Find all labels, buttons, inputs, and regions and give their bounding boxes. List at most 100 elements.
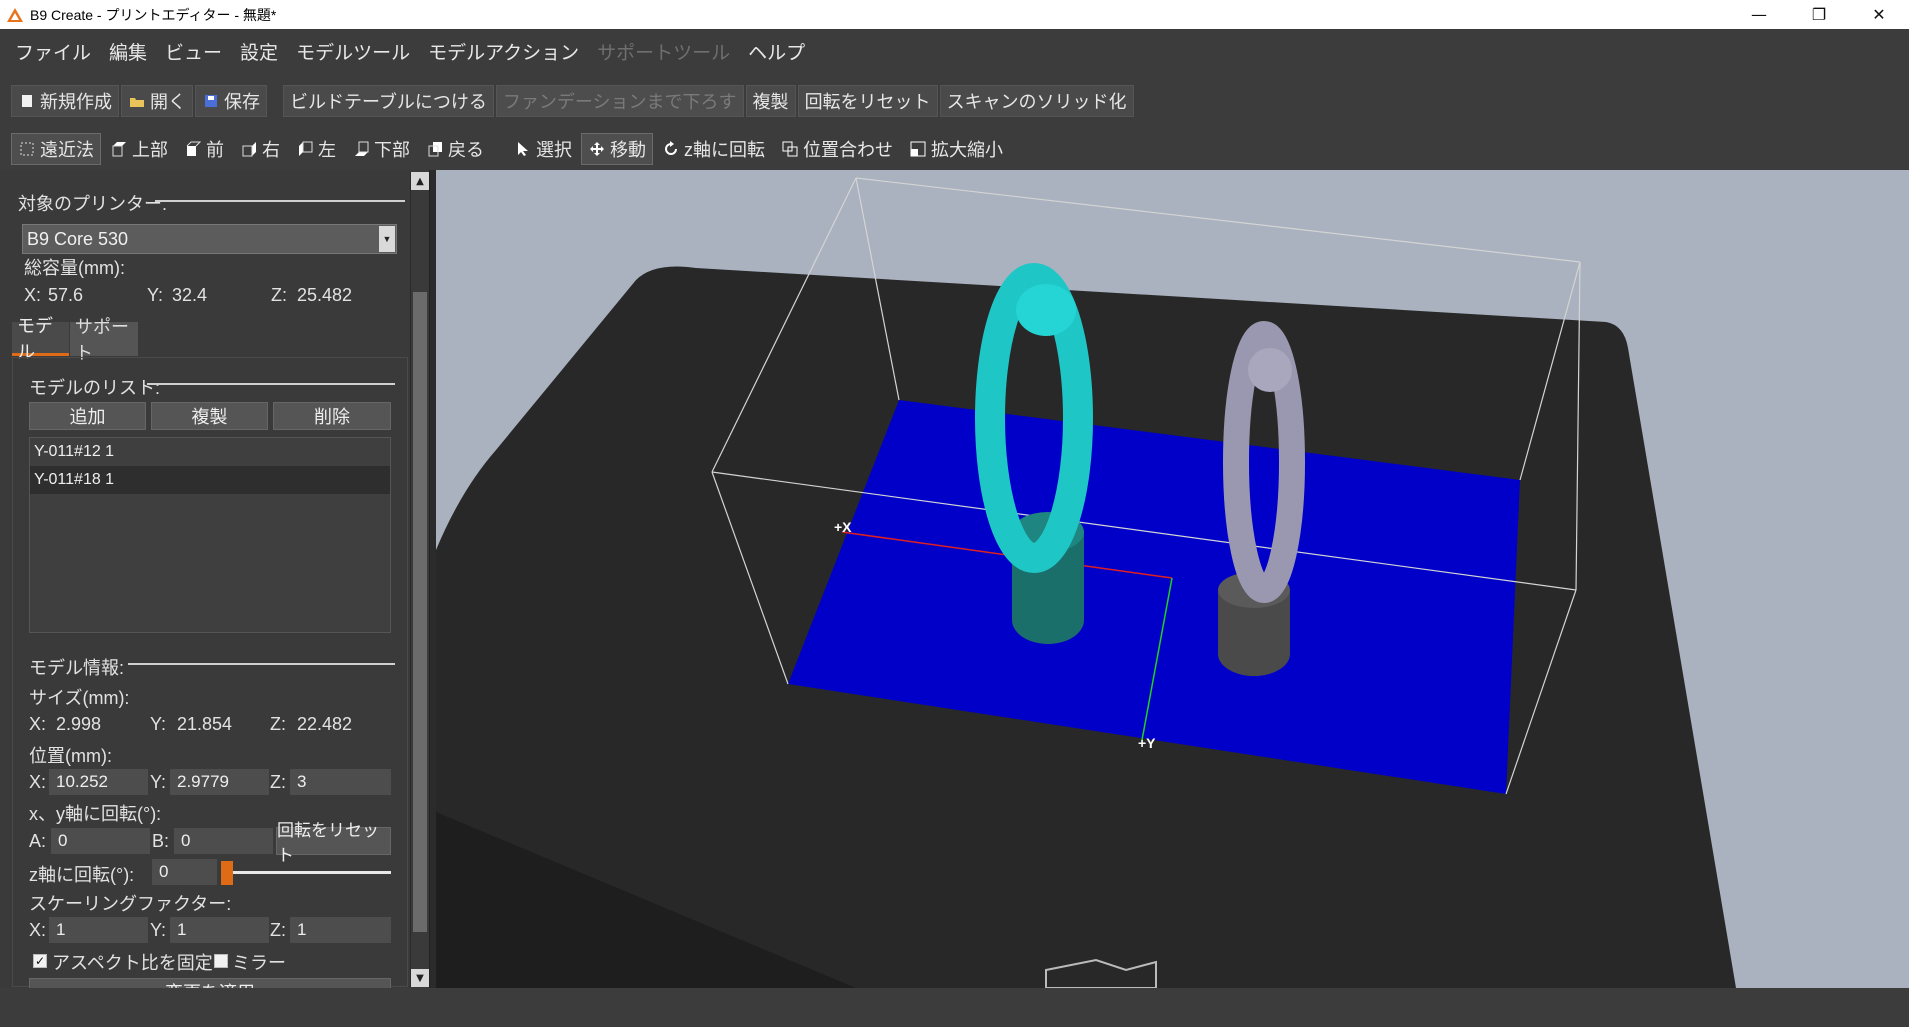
scale-x-input[interactable]: 1	[49, 917, 148, 943]
tab-model[interactable]: モデル	[12, 316, 69, 362]
z-rotation-slider[interactable]	[221, 859, 391, 885]
restore-button[interactable]: ❐	[1789, 0, 1849, 29]
position-label: 位置(mm):	[29, 746, 112, 766]
reset-rotation-button[interactable]: 回転をリセット	[797, 85, 938, 117]
perspective-icon	[18, 140, 36, 158]
scale-x-label: X:	[29, 920, 47, 940]
printer-select[interactable]: B9 Core 530 ▼	[22, 224, 397, 254]
position-z-input[interactable]: 3	[290, 769, 391, 795]
move-tool-button[interactable]: 移動	[581, 133, 653, 165]
tab-support[interactable]: サポート	[70, 317, 138, 363]
view-bottom-label: 下部	[374, 140, 410, 160]
perspective-button[interactable]: 遠近法	[11, 133, 101, 165]
perspective-label: 遠近法	[40, 140, 94, 160]
view-back-button[interactable]: 戻る	[419, 133, 491, 165]
menu-model-tools[interactable]: モデルツール	[287, 38, 419, 65]
menu-model-actions[interactable]: モデルアクション	[419, 38, 588, 65]
slider-handle[interactable]	[221, 861, 233, 885]
lock-aspect-checkbox[interactable]: ✓	[33, 954, 47, 968]
scroll-down-icon[interactable]: ▼	[411, 969, 429, 987]
open-label: 開く	[150, 92, 186, 112]
apply-changes-button[interactable]: 変更を適用	[29, 978, 391, 988]
rotation-b-input[interactable]: 0	[174, 828, 273, 854]
view-back-label: 戻る	[448, 140, 484, 160]
mirror-label: ミラー	[232, 953, 286, 973]
select-tool-button[interactable]: 選択	[507, 133, 579, 165]
open-button[interactable]: 開く	[121, 85, 193, 117]
cube-back-icon	[426, 140, 444, 158]
scrollbar-thumb[interactable]	[413, 292, 427, 932]
view-left-label: 左	[318, 140, 336, 160]
save-label: 保存	[224, 92, 260, 112]
duplicate-model-button[interactable]: 複製	[151, 402, 268, 430]
volume-label: 総容量(mm):	[24, 258, 125, 278]
close-button[interactable]: ✕	[1849, 0, 1909, 29]
scroll-up-icon[interactable]: ▲	[411, 172, 429, 190]
menu-help[interactable]: ヘルプ	[739, 38, 814, 65]
mirror-checkbox[interactable]	[214, 954, 228, 968]
new-button[interactable]: 新規作成	[11, 85, 119, 117]
size-label: サイズ(mm):	[29, 688, 130, 708]
reset-rotation-panel-button[interactable]: 回転をリセット	[276, 821, 391, 865]
menu-support-tools[interactable]: サポートツール	[588, 38, 739, 65]
move-tool-label: 移動	[610, 140, 646, 160]
scale-icon	[909, 140, 927, 158]
cursor-icon	[514, 140, 532, 158]
size-x-value: 2.998	[56, 714, 102, 734]
rotate-z-tool-button[interactable]: z軸に回転	[655, 133, 772, 165]
delete-model-button[interactable]: 削除	[273, 402, 391, 430]
list-item[interactable]: Y-011#12 1	[30, 438, 390, 466]
align-tool-label: 位置合わせ	[803, 140, 893, 160]
align-tool-button[interactable]: 位置合わせ	[774, 133, 900, 165]
status-bar	[0, 988, 1909, 1027]
volume-x-label: X:	[24, 285, 42, 305]
menu-view[interactable]: ビュー	[156, 38, 231, 65]
scale-y-label: Y:	[150, 920, 167, 940]
scene-canvas: +X +Y	[436, 177, 1736, 988]
volume-y-label: Y:	[147, 285, 164, 305]
scale-tool-label: 拡大縮小	[931, 140, 1003, 160]
panel-scrollbar[interactable]: ▲ ▼	[410, 172, 429, 987]
menu-settings[interactable]: 設定	[231, 38, 287, 65]
add-model-button[interactable]: 追加	[29, 402, 146, 430]
view-front-button[interactable]: 前	[177, 133, 231, 165]
divider	[155, 200, 405, 202]
checkmark-icon: ✓	[34, 954, 46, 968]
rotation-a-input[interactable]: 0	[51, 828, 150, 854]
position-x-input[interactable]: 10.252	[49, 769, 148, 795]
list-item[interactable]: Y-011#18 1	[30, 466, 390, 494]
chevron-down-icon[interactable]: ▼	[379, 226, 395, 252]
duplicate-button[interactable]: 複製	[745, 85, 796, 117]
volume-y-value: 32.4	[172, 285, 208, 305]
cube-left-icon	[296, 140, 314, 158]
size-y-label: Y:	[150, 714, 167, 734]
scale-y-input[interactable]: 1	[170, 917, 269, 943]
view-bottom-button[interactable]: 下部	[345, 133, 417, 165]
scale-tool-button[interactable]: 拡大縮小	[902, 133, 1010, 165]
cube-top-icon	[110, 140, 128, 158]
size-z-label: Z:	[270, 714, 286, 734]
window-title: B9 Create - プリントエディター - 無題*	[30, 6, 277, 23]
x-axis-label: +X	[834, 519, 852, 535]
file-toolbar: 新規作成 開く 保存 ビルドテーブルにつける ファンデーションまで下ろす 複製 …	[0, 74, 1909, 128]
save-button[interactable]: 保存	[195, 85, 267, 117]
menu-file[interactable]: ファイル	[6, 38, 100, 65]
z-rotation-input[interactable]: 0	[152, 859, 217, 885]
scale-z-input[interactable]: 1	[290, 917, 391, 943]
view-left-button[interactable]: 左	[289, 133, 343, 165]
solidify-scan-button[interactable]: スキャンのソリッド化	[939, 85, 1134, 117]
move-icon	[588, 140, 606, 158]
volume-x-value: 57.6	[48, 285, 84, 305]
attach-build-table-button[interactable]: ビルドテーブルにつける	[283, 85, 494, 117]
slider-track	[221, 871, 391, 874]
b9-logo-icon	[4, 4, 26, 26]
3d-viewport[interactable]: +X +Y	[436, 170, 1909, 988]
view-right-button[interactable]: 右	[233, 133, 287, 165]
lower-to-foundation-button[interactable]: ファンデーションまで下ろす	[495, 85, 744, 117]
view-top-button[interactable]: 上部	[103, 133, 175, 165]
scaling-label: スケーリングファクター:	[29, 894, 232, 914]
menu-edit[interactable]: 編集	[100, 38, 156, 65]
z-rotation-label: z軸に回転(°):	[29, 865, 135, 885]
minimize-button[interactable]: —	[1729, 0, 1789, 29]
position-y-input[interactable]: 2.9779	[170, 769, 269, 795]
